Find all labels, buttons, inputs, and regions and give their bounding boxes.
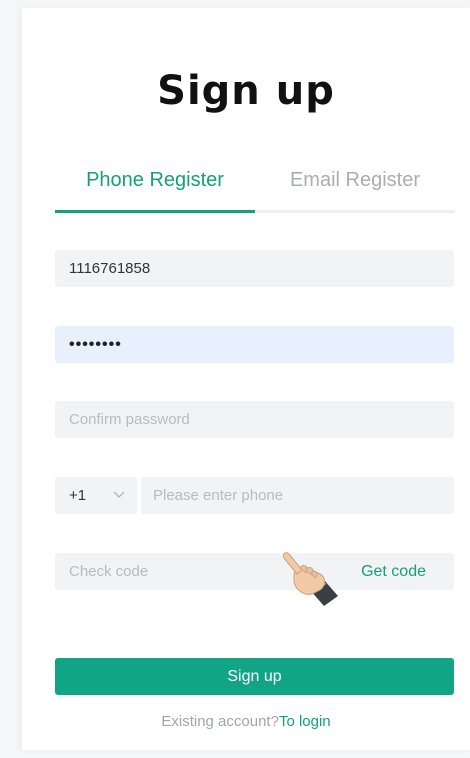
tab-phone-register[interactable]: Phone Register xyxy=(55,160,255,208)
check-code-row: Check code Get code xyxy=(55,553,454,590)
country-code-value: +1 xyxy=(69,487,87,504)
tab-email-register[interactable]: Email Register xyxy=(255,160,455,208)
pointing-hand-icon xyxy=(280,546,342,608)
sign-up-button[interactable]: Sign up xyxy=(55,658,454,695)
existing-account-text: Existing account? xyxy=(161,713,279,730)
account-input[interactable]: 1116761858 xyxy=(55,250,454,287)
login-prompt: Existing account?To login xyxy=(22,713,470,730)
password-value: •••••••• xyxy=(69,336,122,353)
check-code-input[interactable]: Check code xyxy=(69,553,148,590)
confirm-password-placeholder: Confirm password xyxy=(69,411,190,428)
account-value: 1116761858 xyxy=(69,260,151,277)
page-title: Sign up xyxy=(157,68,335,114)
register-tabs: Phone Register Email Register xyxy=(55,160,455,214)
phone-placeholder: Please enter phone xyxy=(153,487,284,504)
to-login-link[interactable]: To login xyxy=(279,713,331,730)
phone-row: +1 Please enter phone xyxy=(55,477,454,514)
confirm-password-input[interactable]: Confirm password xyxy=(55,401,454,438)
password-input[interactable]: •••••••• xyxy=(55,326,454,363)
active-tab-indicator xyxy=(55,210,255,213)
chevron-down-icon xyxy=(113,477,125,529)
country-code-select[interactable]: +1 xyxy=(55,477,137,514)
phone-input[interactable]: Please enter phone xyxy=(141,477,454,514)
get-code-button[interactable]: Get code xyxy=(361,553,426,590)
signup-card: Sign up Phone Register Email Register 11… xyxy=(22,8,470,750)
